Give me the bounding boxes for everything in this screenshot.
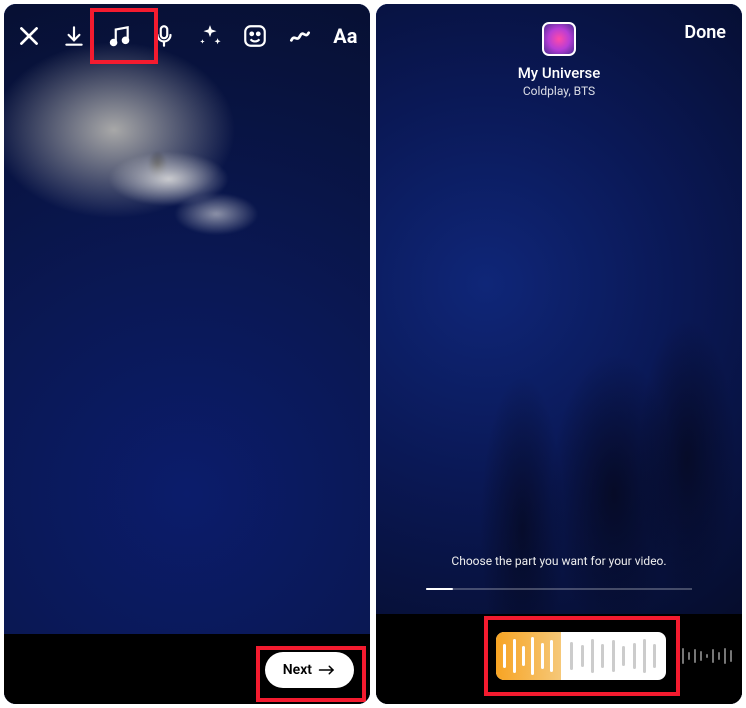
song-info: My Universe Coldplay, BTS [376, 22, 742, 98]
waveform-preview [676, 644, 732, 668]
editor-toolbar: Aa [12, 12, 362, 60]
scribble-icon[interactable] [284, 19, 317, 53]
close-icon[interactable] [12, 19, 45, 53]
text-icon[interactable]: Aa [329, 19, 362, 53]
highlight-music [90, 8, 158, 64]
download-icon[interactable] [57, 19, 90, 53]
album-art[interactable] [542, 22, 576, 56]
song-artist: Coldplay, BTS [523, 84, 595, 98]
sticker-icon[interactable] [238, 19, 271, 53]
progress-line[interactable] [426, 588, 692, 590]
photo-background [4, 4, 370, 704]
photo-background [376, 4, 742, 704]
story-editor-screen: Aa Next [4, 4, 370, 704]
highlight-next [256, 646, 366, 702]
instruction-text: Choose the part you want for your video. [376, 554, 742, 568]
song-title: My Universe [518, 64, 601, 82]
sparkle-icon[interactable] [193, 19, 226, 53]
highlight-scrubber [484, 616, 680, 696]
music-picker-screen: Done My Universe Coldplay, BTS Choose th… [376, 4, 742, 704]
